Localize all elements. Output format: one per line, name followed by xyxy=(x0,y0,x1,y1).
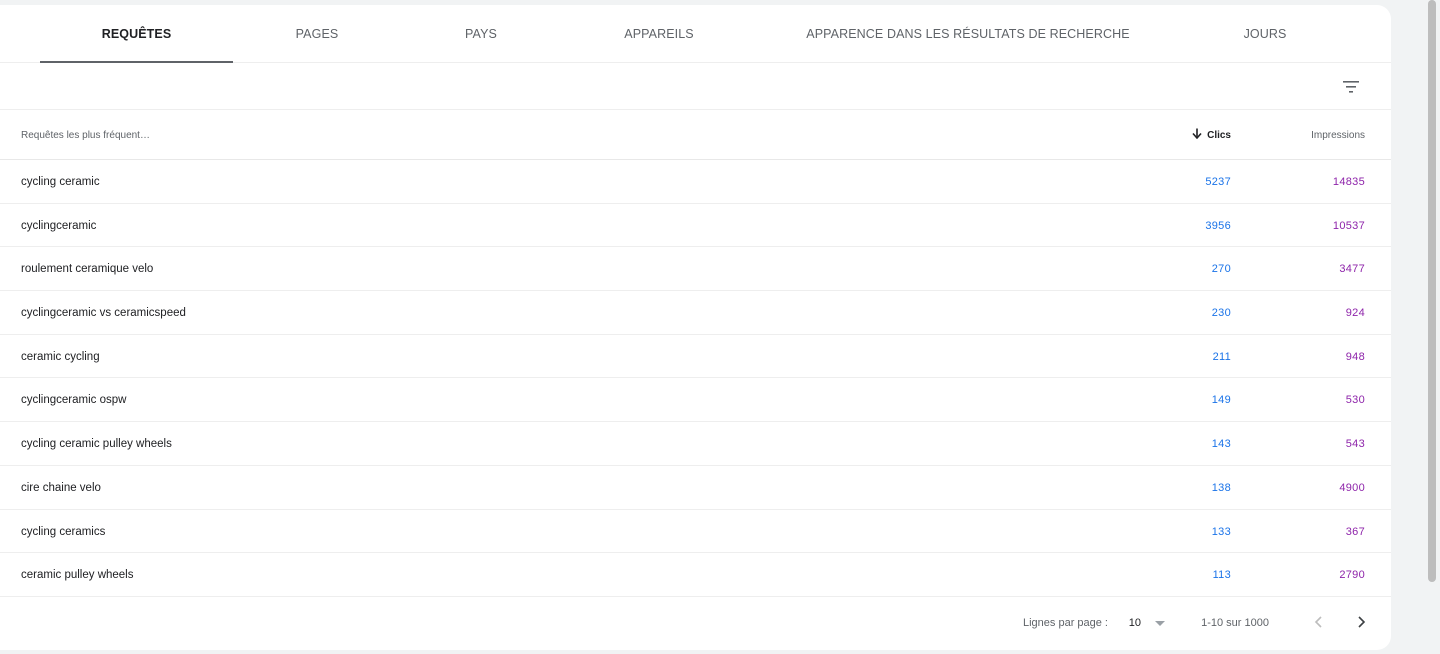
performance-table-card: REQUÊTES PAGES PAYS APPAREILS APPARENCE … xyxy=(0,5,1391,650)
query-cell: roulement ceramique velo xyxy=(21,263,154,276)
query-cell: cyclingceramic vs ceramicspeed xyxy=(21,307,186,320)
impressions-cell: 2790 xyxy=(1339,569,1365,582)
tab-jours[interactable]: JOURS xyxy=(1179,5,1351,63)
table-row[interactable]: cycling ceramic pulley wheels 143 543 xyxy=(0,422,1391,466)
impressions-cell: 530 xyxy=(1345,394,1365,407)
table-row[interactable]: ceramic pulley wheels 113 2790 xyxy=(0,553,1391,597)
filter-bar xyxy=(0,63,1391,110)
query-cell: ceramic pulley wheels xyxy=(21,569,134,582)
tab-pages[interactable]: PAGES xyxy=(233,5,401,63)
rows-per-page-label: Lignes par page : xyxy=(1022,616,1108,629)
column-header-clicks-label: Clics xyxy=(1207,129,1231,141)
clicks-cell: 5237 xyxy=(1205,176,1231,188)
table-row[interactable]: cyclingceramic 3956 10537 xyxy=(0,204,1391,248)
impressions-cell: 924 xyxy=(1345,307,1365,320)
impressions-cell: 948 xyxy=(1345,350,1365,363)
dimension-tabs: REQUÊTES PAGES PAYS APPAREILS APPARENCE … xyxy=(0,5,1391,63)
pagination-footer: Lignes par page : 10 1-10 sur 1000 xyxy=(0,597,1391,647)
query-cell: cycling ceramic pulley wheels xyxy=(21,438,172,451)
impressions-cell: 367 xyxy=(1345,525,1365,538)
table-row[interactable]: cyclingceramic vs ceramicspeed 230 924 xyxy=(0,291,1391,335)
impressions-cell: 14835 xyxy=(1332,176,1365,188)
column-header-query: Requêtes les plus fréquent… xyxy=(21,130,150,141)
query-cell: cyclingceramic ospw xyxy=(21,394,127,407)
filter-icon[interactable] xyxy=(1341,77,1361,97)
impressions-cell: 10537 xyxy=(1332,219,1365,232)
clicks-cell: 149 xyxy=(1211,394,1231,407)
column-header-impressions[interactable]: Impressions xyxy=(1311,130,1365,141)
page-scrollbar[interactable] xyxy=(1423,0,1440,654)
query-cell: cycling ceramic xyxy=(21,176,100,188)
table-row[interactable]: cyclingceramic ospw 149 530 xyxy=(0,378,1391,423)
table-header: Requêtes les plus fréquent… Clics Impres… xyxy=(0,110,1391,160)
impressions-cell: 3477 xyxy=(1339,263,1365,276)
query-cell: ceramic cycling xyxy=(21,350,100,363)
table-row[interactable]: cire chaine velo 138 4900 xyxy=(0,466,1391,510)
clicks-cell: 133 xyxy=(1211,525,1231,538)
tab-appareils[interactable]: APPAREILS xyxy=(561,5,757,63)
tab-requetes[interactable]: REQUÊTES xyxy=(40,5,233,63)
clicks-cell: 143 xyxy=(1211,438,1231,451)
tab-pays[interactable]: PAYS xyxy=(401,5,561,63)
column-header-clicks[interactable]: Clics xyxy=(1192,128,1231,142)
query-cell: cire chaine velo xyxy=(21,481,101,494)
table-row[interactable]: cycling ceramic 5237 14835 xyxy=(0,160,1391,204)
clicks-cell: 230 xyxy=(1211,307,1231,320)
chevron-right-icon[interactable] xyxy=(1351,612,1371,632)
tab-apparence[interactable]: APPARENCE DANS LES RÉSULTATS DE RECHERCH… xyxy=(757,5,1179,63)
impressions-cell: 543 xyxy=(1345,438,1365,451)
clicks-cell: 270 xyxy=(1211,263,1231,276)
impressions-cell: 4900 xyxy=(1339,481,1365,494)
table-row[interactable]: cycling ceramics 133 367 xyxy=(0,510,1391,554)
pagination-range: 1-10 sur 1000 xyxy=(1201,616,1269,629)
arrow-down-icon xyxy=(1192,128,1202,142)
table-row[interactable]: ceramic cycling 211 948 xyxy=(0,335,1391,379)
dropdown-caret-icon[interactable] xyxy=(1155,620,1165,626)
clicks-cell: 211 xyxy=(1212,350,1231,363)
clicks-cell: 113 xyxy=(1212,569,1231,582)
chevron-left-icon[interactable] xyxy=(1309,612,1329,632)
table-row[interactable]: roulement ceramique velo 270 3477 xyxy=(0,247,1391,292)
clicks-cell: 3956 xyxy=(1205,219,1231,232)
rows-per-page-select[interactable]: 10 xyxy=(1129,617,1141,629)
query-cell: cycling ceramics xyxy=(21,525,106,538)
query-cell: cyclingceramic xyxy=(21,219,97,232)
scrollbar-thumb[interactable] xyxy=(1428,0,1436,582)
table-body: cycling ceramic 5237 14835 cyclingcerami… xyxy=(0,160,1391,597)
clicks-cell: 138 xyxy=(1211,481,1231,494)
